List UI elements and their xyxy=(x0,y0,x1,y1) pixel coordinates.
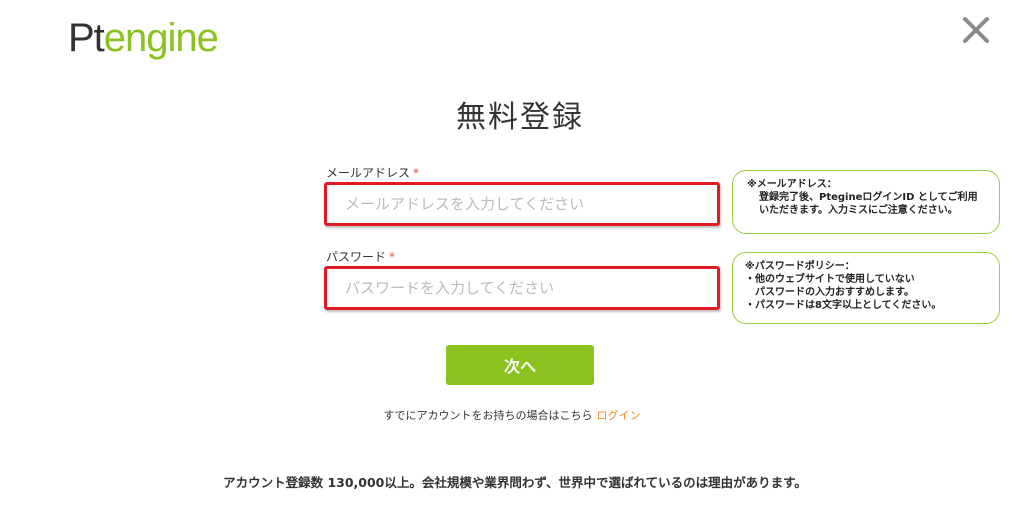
next-button[interactable]: 次へ xyxy=(446,345,594,385)
email-required-mark: * xyxy=(413,166,420,180)
email-hint-line1: ※メールアドレス： xyxy=(747,179,837,190)
password-required-mark: * xyxy=(389,250,396,264)
email-input[interactable] xyxy=(327,185,717,223)
password-hint-line2: ・他のウェブサイトで使用していない xyxy=(745,274,915,285)
logo-text-engine: engine xyxy=(103,16,219,60)
email-hint-line3: いただきます。入力ミスにご注意ください。 xyxy=(759,205,958,216)
email-label-text: メールアドレス xyxy=(326,166,411,180)
password-label: パスワード * xyxy=(326,248,395,265)
password-hint-box: ※パスワードポリシー： ・他のウェブサイトで使用していない パスワードの入力おす… xyxy=(732,252,1000,324)
close-icon xyxy=(963,17,989,43)
password-hint-line3: パスワードの入力おすすめします。 xyxy=(755,287,914,298)
login-link[interactable]: ログイン xyxy=(597,409,641,422)
login-prompt-text: すでにアカウントをお持ちの場合はこちら xyxy=(383,409,593,422)
password-field-wrapper xyxy=(324,266,720,310)
close-button[interactable] xyxy=(960,14,992,46)
login-prompt: すでにアカウントをお持ちの場合はこちら ログイン xyxy=(0,407,1024,423)
ptengine-logo[interactable]: Pt engine xyxy=(68,16,219,61)
email-hint-line2: 登録完了後、PtegineログインID としてご利用 xyxy=(759,192,978,203)
password-input[interactable] xyxy=(327,269,717,307)
page-title: 無料登録 xyxy=(456,100,584,135)
password-label-text: パスワード xyxy=(326,250,387,264)
email-label: メールアドレス * xyxy=(326,164,419,181)
logo-text-pt: Pt xyxy=(68,16,105,60)
signup-page: Ptengine 無料登録 メールアドレス* ※メールアドレス： 登録完了後、P… xyxy=(0,0,1024,505)
password-hint-line4: ・パスワードは8文字以上としてください。 xyxy=(745,300,942,311)
password-hint-line1: ※パスワードポリシー： xyxy=(745,261,855,272)
footer-tagline: アカウント登録数 130,000以上。会社規模や業界問わず、世界中で選ばれている… xyxy=(223,475,807,490)
email-hint-box: ※メールアドレス： 登録完了後、PtegineログインID としてご利用 いただ… xyxy=(732,170,1000,234)
email-field-wrapper xyxy=(324,182,720,226)
